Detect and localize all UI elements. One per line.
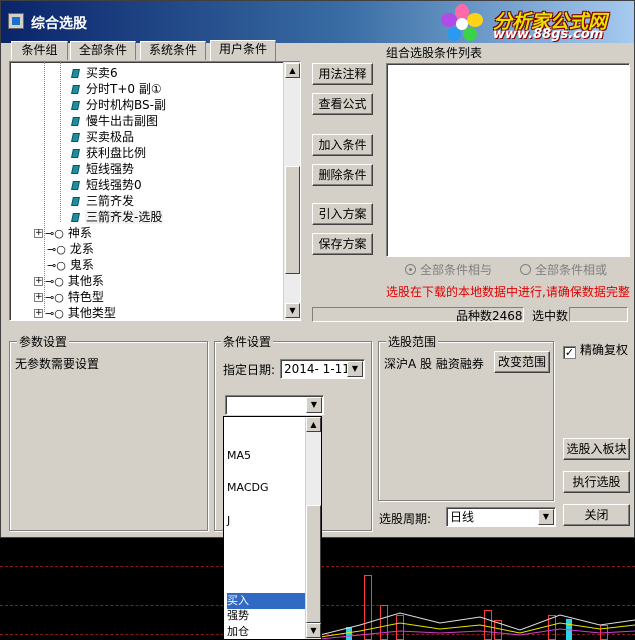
execute-selection-button[interactable]: 执行选股 [563,471,630,493]
tree-group-featured[interactable]: + ⊸○ 特色型 [34,289,105,305]
chart-lines [320,612,635,640]
dropdown-option[interactable]: 加仓 [227,624,305,640]
usage-notes-button[interactable]: 用法注释 [312,63,373,85]
key-icon: ⊸○ [47,258,66,272]
chevron-down-icon[interactable]: ▼ [306,397,322,413]
tree-item-formula[interactable]: 买卖6 [71,65,119,81]
selected-count-label: 选中数 [532,309,569,323]
chevron-down-icon[interactable]: ▼ [347,361,363,377]
scroll-down-icon[interactable]: ▼ [285,303,300,318]
period-select[interactable]: 日线 ▼ [446,507,556,527]
tree-item-formula[interactable]: 分时T+0 副① [71,81,163,97]
formula-icon [71,197,80,206]
save-scheme-button[interactable]: 保存方案 [312,233,373,255]
expand-plus-icon[interactable]: + [34,293,43,302]
dropdown-option[interactable]: J [227,513,305,529]
title-bar[interactable]: 综合选股 分析家公式网 www.88gs.com [1,1,634,43]
tab-all-conditions[interactable]: 全部条件 [70,41,136,60]
tree-group-other-series[interactable]: + ⊸○ 其他系 [34,273,105,289]
formula-icon [71,117,80,126]
combined-list-title: 组合选股条件列表 [386,46,483,60]
formula-icon [71,101,80,110]
tree-item-formula[interactable]: 获利盘比例 [71,145,147,161]
key-icon: ⊸○ [47,242,66,256]
formula-icon [71,69,80,78]
scroll-up-icon[interactable]: ▲ [306,417,321,432]
formula-icon [71,213,80,222]
date-label: 指定日期: [223,363,276,377]
tree-item-formula-selected[interactable]: 三箭齐发-选股 [71,209,164,225]
logo-url: www.88gs.com [493,27,604,42]
delete-condition-button[interactable]: 删除条件 [312,164,373,186]
tree-item-formula[interactable]: 买卖极品 [71,129,135,145]
tree-scrollbar[interactable]: ▲ ▼ [283,62,300,320]
formula-icon [71,149,80,158]
tab-condition-group[interactable]: 条件组 [11,41,68,60]
view-formula-button[interactable]: 查看公式 [312,93,373,115]
expand-plus-icon[interactable]: + [34,229,43,238]
key-icon: ⊸○ [45,306,64,320]
key-icon: ⊸○ [45,290,64,304]
key-icon: ⊸○ [45,274,64,288]
app-icon [8,13,24,29]
radio-all-or: 全部条件相或 [520,261,607,278]
tree-group-long[interactable]: ⊸○ 龙系 [47,241,95,257]
tree-item-formula[interactable]: 短线强势 [71,161,135,177]
add-condition-button[interactable]: 加入条件 [312,134,373,156]
tree-group-other-types[interactable]: + ⊸○ 其他类型 [34,305,117,321]
data-warning-text: 选股在下载的本地数据中进行,请确保数据完整 [386,285,630,299]
chevron-down-icon[interactable]: ▼ [538,509,554,525]
dropdown-option[interactable]: MA5 [227,448,305,464]
import-scheme-button[interactable]: 引入方案 [312,203,373,225]
dropdown-option-selected[interactable]: 买入 [227,593,305,609]
formula-icon [71,181,80,190]
key-icon: ⊸○ [45,226,64,240]
date-picker[interactable]: 2014- 1-11 ▼ [280,359,365,379]
scroll-thumb[interactable] [285,166,300,274]
period-label: 选股周期: [379,512,432,526]
expand-plus-icon[interactable]: + [34,309,43,318]
scroll-down-icon[interactable]: ▼ [306,623,321,638]
radio-icon [520,264,531,275]
scroll-thumb[interactable] [306,505,321,623]
condition-tree[interactable]: 买卖6 分时T+0 副① 分时机构BS-副 慢牛出击副图 买卖极品 获利盘比例 … [9,61,301,321]
params-group-title: 参数设置 [17,333,70,350]
tree-guide-line [60,62,61,222]
scroll-up-icon[interactable]: ▲ [285,63,300,78]
dropdown-option[interactable]: 强势 [227,608,305,624]
dropdown-scrollbar[interactable]: ▲ ▼ [305,417,321,639]
window-title: 综合选股 [31,16,87,32]
check-icon[interactable]: ✓ [563,346,576,359]
dropdown-option[interactable]: MACDG [227,480,305,496]
condition-settings-title: 条件设置 [221,333,274,350]
tree-item-formula[interactable]: 分时机构BS-副 [71,97,167,113]
tree-group-shen[interactable]: + ⊸○ 神系 [34,225,93,241]
combined-conditions-list[interactable] [386,63,630,257]
selected-count-box [569,307,628,322]
formula-icon [71,85,80,94]
condition-line-select[interactable]: ▼ [225,395,324,415]
flower-logo-icon [441,4,483,41]
range-text: 深沪A 股 融资融券 [384,357,484,371]
range-group-title: 选股范围 [386,333,439,350]
radio-icon [405,264,416,275]
close-button[interactable]: 关闭 [563,504,630,526]
tree-group-gui[interactable]: ⊸○ 鬼系 [47,257,95,273]
expand-plus-icon[interactable]: + [34,277,43,286]
change-range-button[interactable]: 改变范围 [494,351,550,373]
select-to-block-button[interactable]: 选股入板块 [563,438,630,460]
tree-item-formula[interactable]: 短线强势0 [71,177,143,193]
params-text: 无参数需要设置 [15,357,100,371]
tree-item-formula[interactable]: 三箭齐发 [71,193,135,209]
variety-count: 品种数2468 [456,309,523,323]
tab-user-conditions[interactable]: 用户条件 [210,40,276,61]
tree-item-formula[interactable]: 慢牛出击副图 [71,113,159,129]
condition-line-dropdown[interactable]: MA5 MACDG J 买入 强势 加仓 ▲ ▼ [223,416,322,640]
formula-icon [71,165,80,174]
precise-restore-checkbox[interactable]: ✓ 精确复权 [563,341,628,359]
tab-system-conditions[interactable]: 系统条件 [140,41,206,60]
radio-all-and: 全部条件相与 [405,261,492,278]
formula-icon [71,133,80,142]
